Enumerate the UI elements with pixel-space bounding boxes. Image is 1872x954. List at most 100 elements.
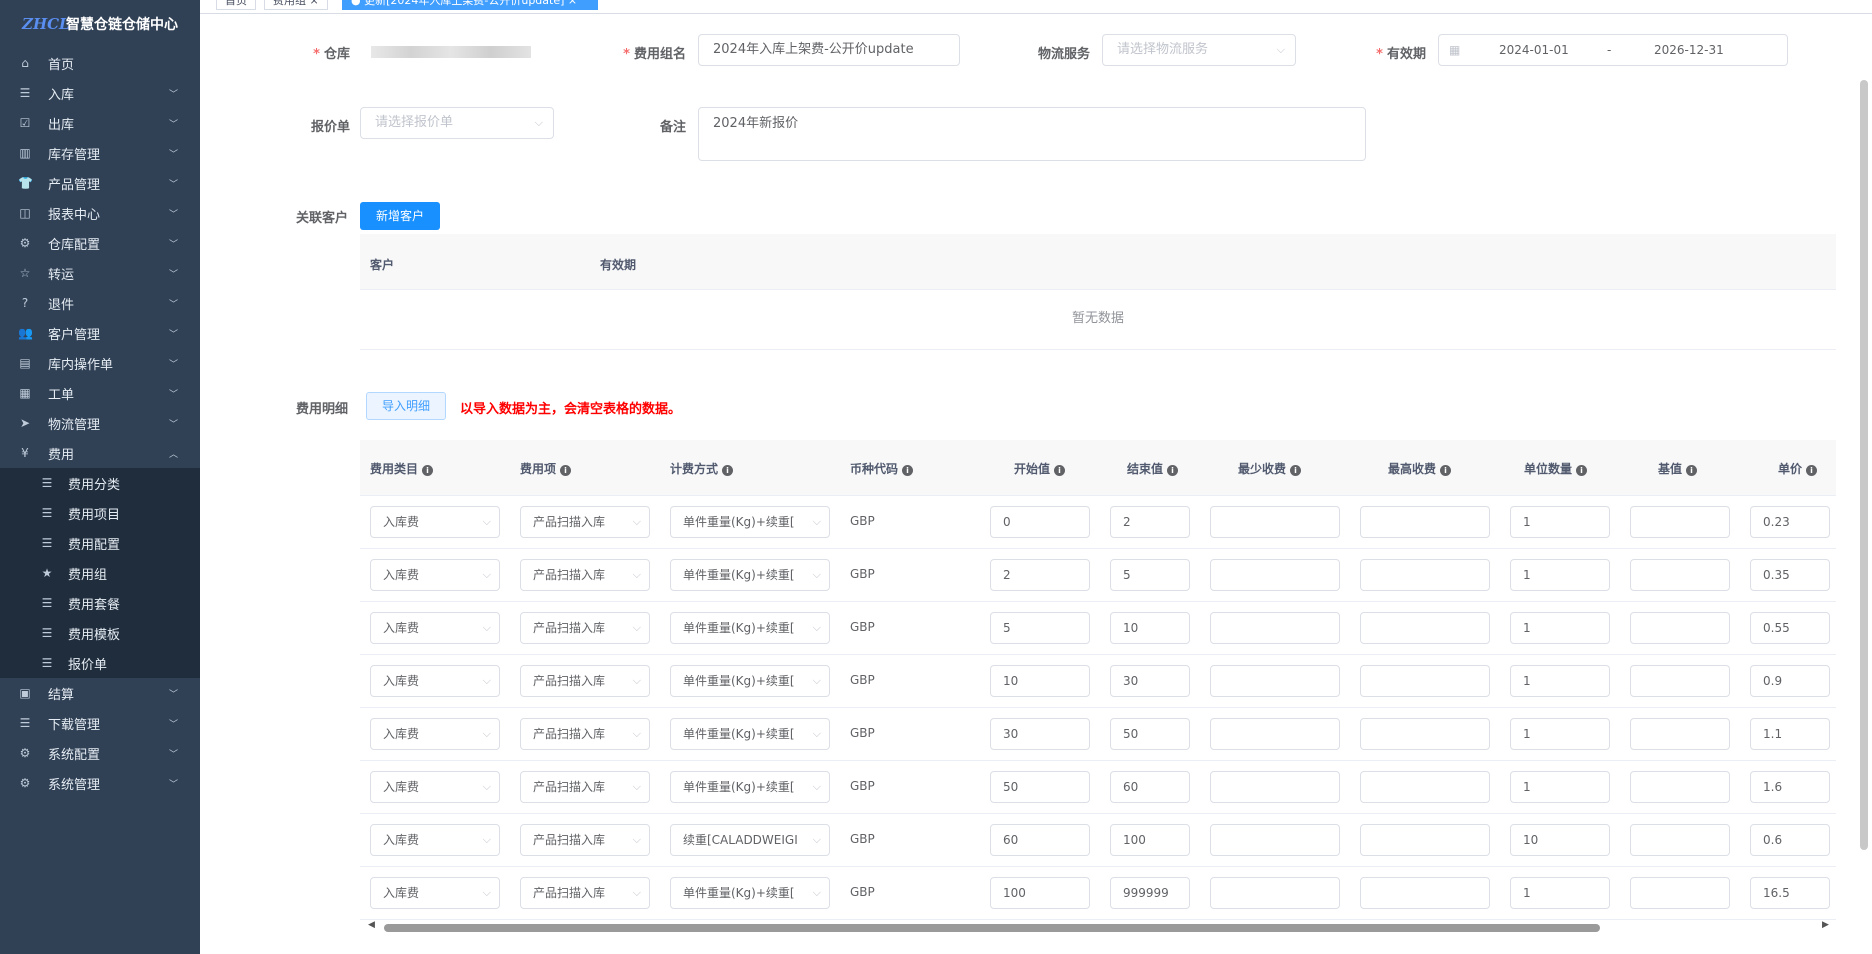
sidebar-item-2[interactable]: ☑ 出库 ﹀ [0,108,200,138]
fee-cell-base[interactable] [1630,559,1730,591]
fee-cell-base[interactable] [1630,771,1730,803]
fee-cell-max[interactable] [1360,665,1490,697]
sidebar-item-after-2[interactable]: ⚙ 系统配置 ﹀ [0,738,200,768]
validity-date-range[interactable]: ▦ 2024-01-01 - 2026-12-31 [1438,34,1788,66]
fee-cell-start[interactable]: 10 [990,665,1090,697]
fee-cell-qty[interactable]: 1 [1510,612,1610,644]
sidebar-item-0[interactable]: ⌂ 首页 [0,48,200,78]
fee-cell-base[interactable] [1630,877,1730,909]
fee-cell-qty[interactable]: 1 [1510,559,1610,591]
sidebar-item-after-3[interactable]: ⚙ 系统管理 ﹀ [0,768,200,798]
fee-cell-end[interactable]: 5 [1110,559,1190,591]
info-icon[interactable]: i [1054,465,1066,476]
sidebar-item-10[interactable]: ▤ 库内操作单 ﹀ [0,348,200,378]
fee-cell-end[interactable]: 100 [1110,824,1190,856]
scroll-right-icon[interactable]: ▶ [1822,920,1829,930]
info-icon[interactable]: i [1806,465,1818,476]
fee-cell-base[interactable] [1630,824,1730,856]
fee-cell-qty[interactable]: 10 [1510,824,1610,856]
fee-cell-end[interactable]: 60 [1110,771,1190,803]
fee-cell-min[interactable] [1210,877,1340,909]
scroll-left-icon[interactable]: ◀ [368,920,375,930]
fee-cell-price[interactable]: 0.9 [1750,665,1830,697]
info-icon[interactable]: i [722,465,734,476]
fee-cell-qty[interactable]: 1 [1510,506,1610,538]
fee-cell-end[interactable]: 50 [1110,718,1190,750]
info-icon[interactable]: i [560,465,572,476]
fee-cell-min[interactable] [1210,612,1340,644]
info-icon[interactable]: i [902,465,914,476]
fee-cell-base[interactable] [1630,718,1730,750]
sidebar-subitem-6[interactable]: ☰ 报价单 [0,648,200,678]
fee-cell-end[interactable]: 10 [1110,612,1190,644]
fee-cell-start[interactable]: 100 [990,877,1090,909]
info-icon[interactable]: i [1576,465,1588,476]
fee-cell-max[interactable] [1360,771,1490,803]
sidebar-item-11[interactable]: ▦ 工单 ﹀ [0,378,200,408]
sidebar-item-7[interactable]: ☆ 转运 ﹀ [0,258,200,288]
fee-cell-max[interactable] [1360,718,1490,750]
fee-cell-category[interactable]: 入库费 ⌵ [370,665,500,697]
fee-cell-item[interactable]: 产品扫描入库 ⌵ [520,665,650,697]
fee-cell-method[interactable]: 单件重量(Kg)+续重[⌵ [670,718,830,750]
warehouse-field[interactable] [360,34,560,66]
fee-cell-item[interactable]: 产品扫描入库 ⌵ [520,718,650,750]
fee-cell-category[interactable]: 入库费 ⌵ [370,612,500,644]
fee-cell-min[interactable] [1210,559,1340,591]
fee-cell-base[interactable] [1630,612,1730,644]
remark-textarea[interactable]: 2024年新报价 [698,107,1366,161]
fee-cell-start[interactable]: 2 [990,559,1090,591]
fee-cell-method[interactable]: 单件重量(Kg)+续重[⌵ [670,877,830,909]
fee-cell-min[interactable] [1210,824,1340,856]
fee-cell-method[interactable]: 单件重量(Kg)+续重[⌵ [670,612,830,644]
fee-cell-start[interactable]: 30 [990,718,1090,750]
date-start[interactable]: 2024-01-01 [1499,35,1569,65]
sidebar-subitem-5[interactable]: ☰ 费用模板 [0,618,200,648]
fee-cell-item[interactable]: 产品扫描入库 ⌵ [520,506,650,538]
info-icon[interactable]: i [1440,465,1452,476]
fee-cell-end[interactable]: 2 [1110,506,1190,538]
tab-update-fee-group[interactable]: ● 更新[2024年入库上架费-公开价update] × [342,0,598,10]
fee-cell-max[interactable] [1360,559,1490,591]
fee-cell-max[interactable] [1360,877,1490,909]
fee-cell-start[interactable]: 0 [990,506,1090,538]
fee-cell-start[interactable]: 60 [990,824,1090,856]
fee-cell-qty[interactable]: 1 [1510,665,1610,697]
sidebar-item-after-0[interactable]: ▣ 结算 ﹀ [0,678,200,708]
tab-fee-group[interactable]: 费用组 × [264,0,328,10]
fee-cell-price[interactable]: 0.6 [1750,824,1830,856]
quote-select[interactable]: 请选择报价单 ⌵ [360,107,554,139]
info-icon[interactable]: i [1290,465,1302,476]
info-icon[interactable]: i [1686,465,1698,476]
fee-cell-category[interactable]: 入库费 ⌵ [370,877,500,909]
fee-cell-min[interactable] [1210,506,1340,538]
sidebar-item-13[interactable]: ¥ 费用 ︿ [0,438,200,468]
fee-cell-start[interactable]: 5 [990,612,1090,644]
fee-cell-min[interactable] [1210,771,1340,803]
fee-cell-max[interactable] [1360,506,1490,538]
logistics-select[interactable]: 请选择物流服务 ⌵ [1102,34,1296,66]
fee-cell-method[interactable]: 单件重量(Kg)+续重[⌵ [670,771,830,803]
date-end[interactable]: 2026-12-31 [1654,35,1724,65]
sidebar-item-4[interactable]: 👕 产品管理 ﹀ [0,168,200,198]
horizontal-scroll-thumb[interactable] [384,924,1600,932]
fee-cell-category[interactable]: 入库费 ⌵ [370,506,500,538]
fee-cell-max[interactable] [1360,824,1490,856]
sidebar-subitem-2[interactable]: ☰ 费用配置 [0,528,200,558]
fee-cell-base[interactable] [1630,506,1730,538]
fee-cell-category[interactable]: 入库费 ⌵ [370,718,500,750]
horizontal-scrollbar[interactable]: ◀ ▶ [360,920,1836,932]
fee-group-name-input[interactable]: 2024年入库上架费-公开价update [698,34,960,66]
fee-cell-item[interactable]: 产品扫描入库 ⌵ [520,824,650,856]
sidebar-item-after-1[interactable]: ☰ 下载管理 ﹀ [0,708,200,738]
fee-cell-qty[interactable]: 1 [1510,771,1610,803]
fee-cell-start[interactable]: 50 [990,771,1090,803]
fee-cell-qty[interactable]: 1 [1510,877,1610,909]
fee-cell-max[interactable] [1360,612,1490,644]
fee-cell-end[interactable]: 30 [1110,665,1190,697]
fee-cell-price[interactable]: 0.55 [1750,612,1830,644]
fee-cell-price[interactable]: 1.1 [1750,718,1830,750]
sidebar-item-3[interactable]: ▥ 库存管理 ﹀ [0,138,200,168]
fee-cell-category[interactable]: 入库费 ⌵ [370,824,500,856]
fee-cell-item[interactable]: 产品扫描入库 ⌵ [520,559,650,591]
